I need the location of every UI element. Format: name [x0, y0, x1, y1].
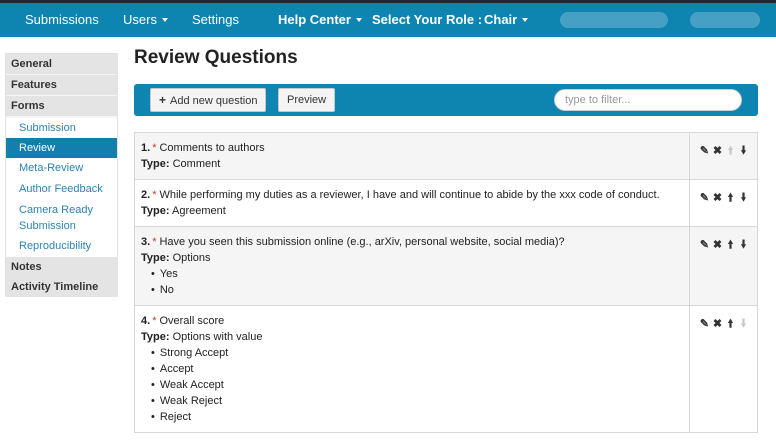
arrow-down-icon[interactable]: 🠛: [737, 236, 750, 255]
question-number: 4.: [141, 315, 151, 327]
add-question-button[interactable]: + Add new question: [150, 88, 267, 112]
nav-help-center-label: Help Center: [278, 12, 351, 27]
delete-icon[interactable]: ✖: [711, 191, 724, 204]
question-type: Options: [172, 252, 211, 264]
add-question-label: Add new question: [170, 95, 258, 107]
arrow-up-icon: 🠙: [727, 145, 734, 157]
preview-button[interactable]: Preview: [278, 88, 336, 112]
role-label: Select Your Role :: [372, 12, 483, 27]
edit-icon[interactable]: ✎: [698, 144, 711, 157]
page-title: Review Questions: [134, 47, 298, 68]
question-text: Overall score: [159, 315, 225, 327]
question-row: 4. * Overall score Type: Options with valu…: [135, 305, 757, 432]
user-account-redacted[interactable]: [560, 12, 668, 28]
option-item: Accept: [151, 361, 681, 377]
option-item: Weak Accept: [151, 377, 681, 393]
question-row: 1. * Comments to authors Type: Comment ✎ ✖ 🠙…: [135, 133, 757, 179]
chevron-down-icon: [522, 17, 529, 22]
sidebar-item-reproducibility[interactable]: Reproducibility: [6, 236, 117, 257]
sidebar-item-features[interactable]: Features: [6, 75, 117, 95]
user-menu-redacted[interactable]: [690, 12, 760, 28]
nav-help-center[interactable]: Help Center: [278, 3, 362, 37]
sidebar-item-activity-timeline[interactable]: Activity Timeline: [6, 277, 117, 297]
required-marker: *: [152, 236, 157, 248]
row-actions: ✎ ✖ 🠙 🠛: [698, 189, 750, 208]
sidebar-item-meta-review[interactable]: Meta-Review: [6, 158, 117, 179]
options-list: Yes No: [141, 266, 681, 298]
option-item: Strong Accept: [151, 345, 681, 361]
role-selector[interactable]: Chair: [484, 3, 529, 37]
sidebar-item-submission[interactable]: Submission: [6, 118, 117, 138]
delete-icon[interactable]: ✖: [711, 144, 724, 157]
arrow-up-icon[interactable]: 🠙: [724, 236, 737, 255]
type-label: Type:: [141, 205, 170, 217]
type-label: Type:: [141, 252, 170, 264]
delete-icon[interactable]: ✖: [711, 238, 724, 251]
edit-icon[interactable]: ✎: [698, 238, 711, 251]
chevron-down-icon: [161, 17, 168, 22]
options-list: Strong Accept Accept Weak Accept Weak Re…: [141, 345, 681, 425]
sidebar-item-forms[interactable]: Forms: [6, 96, 117, 116]
questions-table: 1. * Comments to authors Type: Comment ✎ ✖ 🠙…: [134, 132, 758, 433]
nav-users[interactable]: Users: [123, 3, 168, 37]
edit-icon[interactable]: ✎: [698, 317, 711, 330]
chevron-down-icon: [355, 17, 362, 22]
row-actions: ✎ ✖ 🠙 🠛: [698, 236, 750, 255]
filter-input[interactable]: [554, 89, 742, 111]
arrow-up-icon[interactable]: 🠙: [724, 315, 737, 334]
required-marker: *: [152, 189, 157, 201]
questions-toolbar: + Add new question Preview: [134, 84, 758, 116]
top-navbar: Submissions Users Settings Help Center S…: [0, 0, 776, 37]
sidebar-item-camera-ready-submission[interactable]: Camera Ready Submission: [6, 200, 117, 236]
edit-icon[interactable]: ✎: [698, 191, 711, 204]
question-text: Have you seen this submission online (e.…: [159, 236, 565, 248]
option-item: No: [151, 282, 681, 298]
question-number: 2.: [141, 189, 151, 201]
arrow-down-icon[interactable]: 🠛: [737, 189, 750, 208]
arrow-down-icon: 🠛: [740, 318, 747, 330]
sidebar-item-general[interactable]: General: [6, 54, 117, 74]
type-label: Type:: [141, 331, 170, 343]
sidebar-item-author-feedback[interactable]: Author Feedback: [6, 179, 117, 200]
required-marker: *: [152, 315, 157, 327]
question-text: Comments to authors: [159, 142, 265, 154]
nav-submissions[interactable]: Submissions: [25, 3, 99, 37]
question-number: 3.: [141, 236, 151, 248]
arrow-down-icon[interactable]: 🠛: [737, 142, 750, 161]
question-type: Comment: [172, 158, 221, 170]
row-actions: ✎ ✖ 🠙 🠛: [698, 315, 750, 334]
question-type: Agreement: [171, 205, 226, 217]
option-item: Weak Reject: [151, 393, 681, 409]
nav-users-label: Users: [123, 12, 157, 27]
delete-icon[interactable]: ✖: [711, 317, 724, 330]
option-item: Yes: [151, 266, 681, 282]
option-item: Reject: [151, 409, 681, 425]
question-number: 1.: [141, 142, 151, 154]
question-text: While performing my duties as a reviewer…: [159, 189, 660, 201]
row-actions: ✎ ✖ 🠙 🠛: [698, 142, 750, 161]
sidebar-item-notes[interactable]: Notes: [6, 257, 117, 277]
question-row: 3. * Have you seen this submission online …: [135, 226, 757, 305]
arrow-up-icon[interactable]: 🠙: [724, 189, 737, 208]
nav-settings[interactable]: Settings: [192, 3, 239, 37]
sidebar-item-review[interactable]: Review: [6, 138, 117, 158]
settings-sidebar: General Features Forms Submission Review…: [5, 53, 118, 297]
plus-icon: +: [159, 93, 167, 107]
role-value: Chair: [484, 12, 518, 27]
required-marker: *: [152, 142, 157, 154]
type-label: Type:: [141, 158, 170, 170]
question-row: 2. * While performing my duties as a revie…: [135, 179, 757, 226]
question-type: Options with value: [172, 331, 263, 343]
